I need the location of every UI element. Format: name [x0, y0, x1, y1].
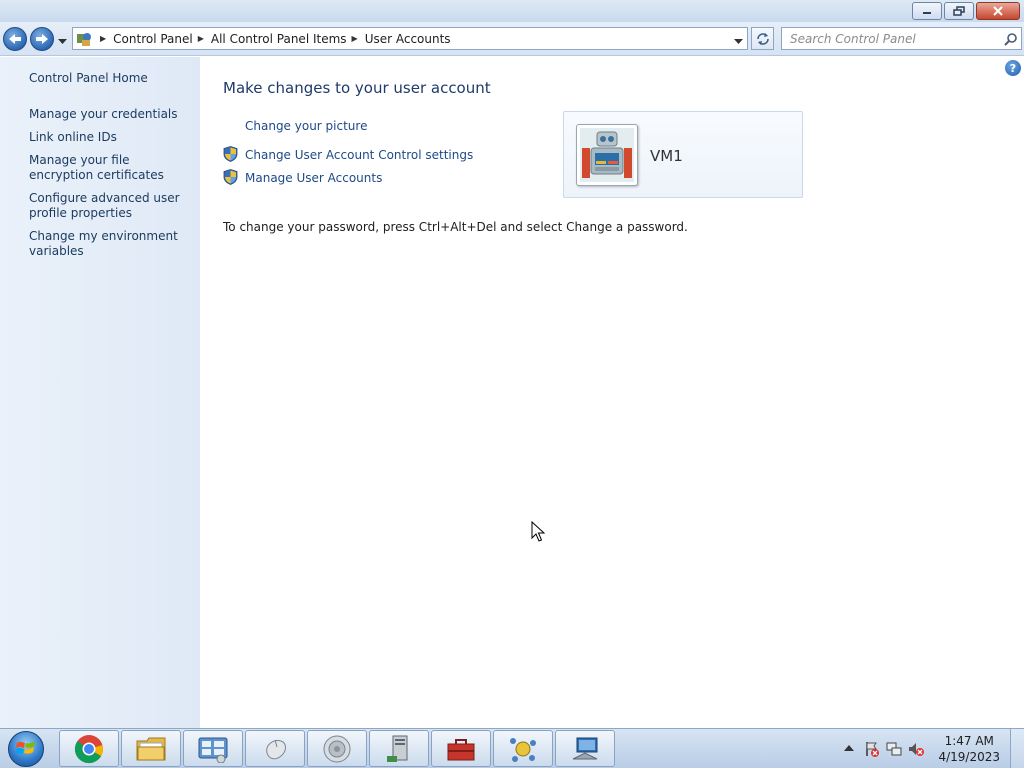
taskbar-item-chrome[interactable] [59, 730, 119, 767]
taskbar-item-network[interactable] [493, 730, 553, 767]
main-content: ? Make changes to your user account Chan… [200, 57, 1024, 728]
arrow-right-icon [36, 34, 48, 44]
back-button[interactable] [3, 27, 27, 51]
taskbar-item-server[interactable] [369, 730, 429, 767]
breadcrumb-all-items[interactable]: All Control Panel Items ▶ [211, 28, 365, 49]
taskbar-item-sound[interactable] [307, 730, 367, 767]
uac-shield-icon [223, 146, 238, 162]
restore-button[interactable] [944, 2, 974, 20]
file-explorer-icon [136, 737, 166, 760]
page-title: Make changes to your user account [223, 79, 491, 97]
speaker-icon [323, 735, 351, 762]
manage-user-accounts-link[interactable]: Manage User Accounts [245, 171, 382, 185]
window-controls [912, 2, 1020, 20]
refresh-button[interactable] [751, 27, 774, 50]
minimize-icon [923, 12, 931, 14]
left-task-pane: Control Panel Home Manage your credentia… [0, 57, 200, 728]
minimize-button[interactable] [912, 2, 942, 20]
taskbar: 1:47 AM 4/19/2023 [0, 728, 1024, 768]
server-icon [387, 735, 408, 762]
control-panel-icon [198, 737, 228, 763]
control-panel-small-icon [73, 28, 95, 49]
remote-desktop-icon [572, 737, 598, 759]
chevron-down-icon [734, 39, 743, 44]
change-picture-link[interactable]: Change your picture [245, 119, 367, 133]
sidebar-item-control-panel-home[interactable]: Control Panel Home [29, 71, 194, 86]
sidebar-item-advanced-profile-properties[interactable]: Configure advanced user profile properti… [29, 191, 194, 221]
close-button[interactable] [976, 2, 1020, 20]
mouse-cursor-icon [531, 521, 545, 542]
windows-logo-icon [8, 731, 44, 767]
start-button[interactable] [4, 729, 48, 768]
breadcrumb-label: User Accounts [364, 31, 451, 46]
taskbar-item-control-panel[interactable] [183, 730, 243, 767]
chrome-icon [74, 734, 104, 763]
arrow-left-icon [9, 34, 21, 44]
taskbar-item-file-explorer[interactable] [121, 730, 181, 767]
search-input[interactable]: Search Control Panel [790, 32, 1001, 46]
avatar[interactable] [576, 124, 638, 186]
sidebar-item-manage-credentials[interactable]: Manage your credentials [29, 107, 194, 122]
show-desktop-button[interactable] [1010, 729, 1024, 768]
uac-shield-icon [223, 169, 238, 185]
forward-button[interactable] [30, 27, 54, 51]
system-clock[interactable]: 1:47 AM 4/19/2023 [938, 733, 1000, 765]
taskbar-item-mouse[interactable] [245, 730, 305, 767]
show-hidden-icons-icon[interactable] [844, 744, 854, 752]
recent-pages-dropdown[interactable] [58, 34, 67, 48]
chevron-down-icon [58, 39, 67, 44]
help-icon: ? [1009, 61, 1017, 75]
breadcrumb-control-panel[interactable]: Control Panel ▶ [113, 28, 211, 49]
clock-time: 1:47 AM [944, 734, 994, 748]
navigation-bar: ▶ Control Panel ▶ All Control Panel Items… [0, 22, 1024, 56]
restore-icon [953, 6, 965, 16]
clock-date: 4/19/2023 [938, 750, 1000, 764]
breadcrumb-label: Control Panel [113, 31, 193, 46]
sidebar-item-link-online-ids[interactable]: Link online IDs [29, 130, 194, 145]
search-icon[interactable] [1001, 29, 1021, 49]
refresh-icon [756, 32, 769, 45]
sidebar-item-environment-variables[interactable]: Change my environment variables [29, 229, 194, 259]
taskbar-item-remote-desktop[interactable] [555, 730, 615, 767]
network-status-icon[interactable] [886, 741, 902, 757]
address-bar[interactable]: ▶ Control Panel ▶ All Control Panel Items… [72, 27, 748, 50]
address-dropdown[interactable] [734, 34, 743, 48]
close-icon [993, 6, 1003, 16]
volume-muted-icon[interactable] [908, 741, 924, 757]
account-name: VM1 [650, 147, 683, 165]
sidebar-item-file-encryption-certificates[interactable]: Manage your file encryption certificates [29, 153, 194, 183]
breadcrumb-label: All Control Panel Items [210, 31, 347, 46]
password-instructions: To change your password, press Ctrl+Alt+… [223, 220, 688, 234]
breadcrumb-arrow[interactable]: ▶ [95, 28, 113, 49]
user-account-tile: VM1 [563, 111, 803, 198]
action-center-icon[interactable] [864, 741, 880, 757]
change-uac-settings-link[interactable]: Change User Account Control settings [245, 148, 473, 162]
taskbar-item-toolbox[interactable] [431, 730, 491, 767]
title-bar [0, 0, 1024, 22]
search-box[interactable]: Search Control Panel [781, 27, 1022, 50]
notification-area: 1:47 AM 4/19/2023 [844, 729, 1024, 768]
breadcrumb-user-accounts[interactable]: User Accounts [365, 28, 451, 49]
robot-avatar-icon [580, 128, 634, 182]
network-icon [510, 737, 536, 762]
help-button[interactable]: ? [1005, 60, 1021, 76]
toolbox-icon [447, 738, 475, 760]
mouse-icon [266, 739, 286, 759]
